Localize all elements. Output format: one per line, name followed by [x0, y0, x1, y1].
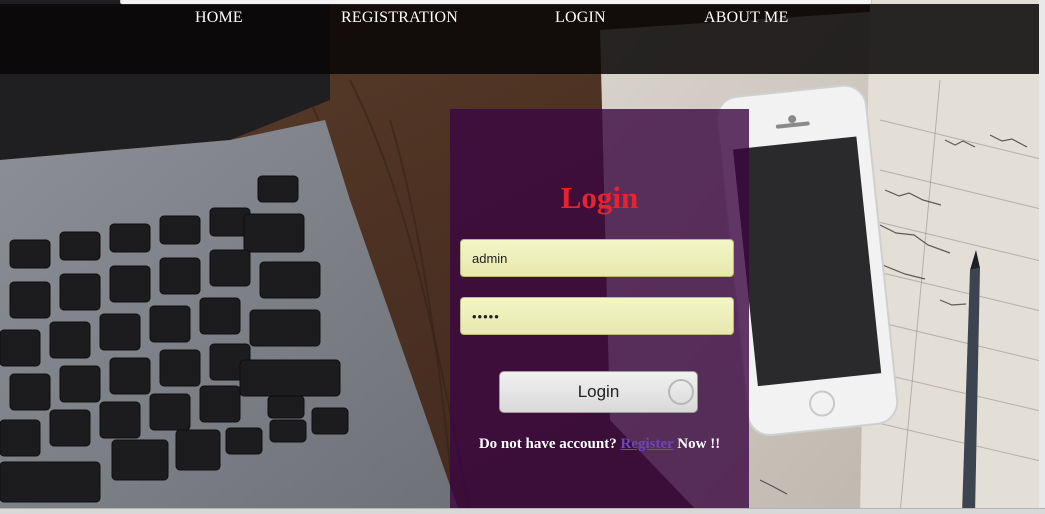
register-prompt-text: Do not have account?: [478, 436, 621, 452]
top-navbar: HOME REGISTRATION LOGIN ABOUT ME: [0, 4, 1045, 74]
register-prompt: Do not have account? Register Now !!: [450, 436, 749, 453]
button-circle-icon: [668, 379, 694, 405]
username-input[interactable]: [460, 239, 734, 277]
nav-login-link[interactable]: LOGIN: [555, 9, 606, 27]
register-prompt-suffix: Now !!: [673, 436, 721, 452]
register-link[interactable]: Register: [620, 436, 673, 452]
window-bottom-edge: [0, 508, 1045, 514]
login-button[interactable]: Login: [499, 371, 698, 413]
nav-home-link[interactable]: HOME: [195, 9, 243, 27]
nav-about-link[interactable]: ABOUT ME: [704, 9, 788, 27]
login-heading: Login: [560, 180, 639, 215]
page: HOME REGISTRATION LOGIN ABOUT ME Login L…: [0, 0, 1045, 514]
password-input[interactable]: [460, 297, 734, 335]
nav-registration-link[interactable]: REGISTRATION: [341, 9, 458, 27]
window-scrollbar[interactable]: [1039, 0, 1045, 514]
login-button-label: Login: [577, 382, 620, 401]
